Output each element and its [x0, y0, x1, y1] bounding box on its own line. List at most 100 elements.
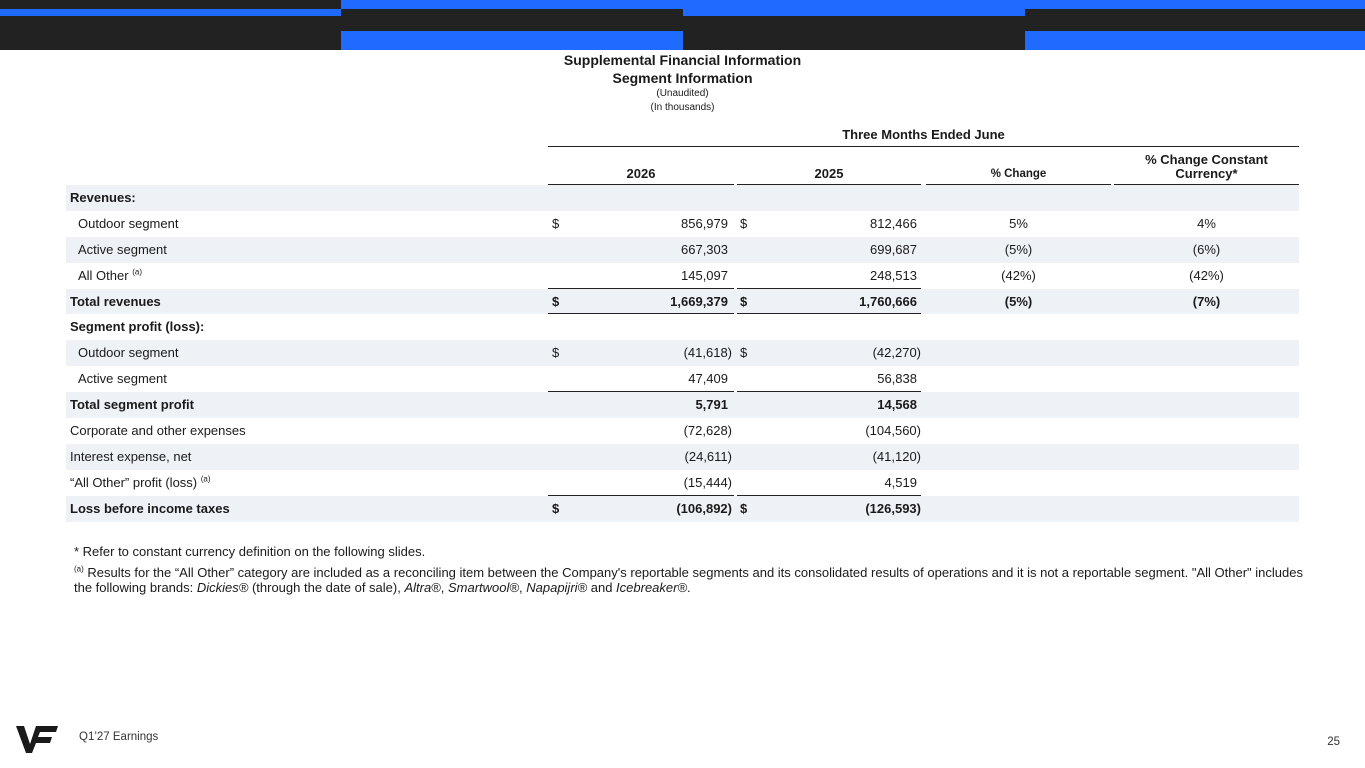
- table-row: Active segment 47,409 56,838: [66, 366, 1299, 393]
- pct-change: (5%): [1004, 241, 1033, 257]
- pct-change: 5%: [1009, 215, 1028, 231]
- banner-stripe: [341, 31, 683, 50]
- brand-name: Smartwool®: [448, 580, 519, 595]
- value-2026: (106,892): [676, 500, 732, 516]
- row-label: Active segment: [78, 371, 167, 387]
- row-label: Interest expense, net: [70, 448, 192, 464]
- value-2026: 47,409: [688, 371, 728, 387]
- pct-change: (5%): [1004, 293, 1033, 309]
- col-header-pct-change-cc: % Change Constant Currency*: [1114, 148, 1299, 185]
- footnote-marker: (a): [200, 474, 211, 484]
- page-title: Supplemental Financial Information: [563, 52, 802, 68]
- value-2026: 145,097: [681, 267, 728, 283]
- table-row: All Other (a) 145,097 248,513 (42%) (42%…: [66, 263, 1299, 289]
- brand-name: Dickies®: [196, 580, 249, 595]
- table-row: Interest expense, net (24,611) (41,120): [66, 443, 1299, 470]
- currency-symbol: $: [740, 345, 748, 361]
- unaudited-note: (Unaudited): [656, 88, 709, 99]
- row-label: Total revenues: [70, 293, 161, 309]
- banner-stripe: [1025, 0, 1365, 9]
- segment-table: Revenues: Outdoor segment $ 856,979 $ 81…: [66, 185, 1299, 522]
- footnotes: * Refer to constant currency definition …: [74, 544, 1304, 595]
- table-row: Active segment 667,303 699,687 (5%) (6%): [66, 236, 1299, 263]
- row-label: Total segment profit: [70, 397, 194, 413]
- brand-name: Napapijri®: [526, 580, 588, 595]
- currency-symbol: $: [552, 215, 560, 231]
- value-2025: 14,568: [877, 397, 917, 413]
- row-label: “All Other” profit (loss) (a): [70, 470, 211, 496]
- constant-currency-note: * Refer to constant currency definition …: [74, 544, 426, 559]
- header-banner: [0, 0, 1365, 50]
- banner-stripe: [1025, 31, 1365, 50]
- value-2026: (15,444): [683, 474, 732, 490]
- units-note: (In thousands): [650, 102, 715, 113]
- note-text: and: [587, 580, 617, 595]
- value-2026: 856,979: [681, 215, 728, 231]
- note-text: ,: [440, 580, 448, 595]
- value-2026: (24,611): [684, 448, 732, 464]
- banner-stripe: [683, 9, 1025, 16]
- table-row: Outdoor segment $ 856,979 $ 812,466 5% 4…: [66, 211, 1299, 237]
- row-label: Segment profit (loss):: [70, 319, 205, 335]
- note-text: .: [687, 580, 691, 595]
- footnote-marker: (a): [132, 267, 142, 277]
- row-label: Outdoor segment: [78, 345, 179, 361]
- currency-symbol: $: [740, 215, 748, 231]
- page-number: 25: [1327, 736, 1340, 748]
- col-header-pct-change: % Change: [926, 148, 1111, 185]
- currency-symbol: $: [552, 500, 560, 516]
- table-row: Loss before income taxes $ (106,892) $ (…: [66, 495, 1299, 522]
- value-2025: (41,120): [872, 448, 921, 464]
- row-label: Active segment: [78, 241, 167, 257]
- value-2025: 812,466: [870, 215, 917, 231]
- table-row: Segment profit (loss):: [66, 314, 1299, 340]
- note-text: (through the date of sale),: [248, 580, 405, 595]
- value-2025: (104,560): [865, 423, 921, 439]
- value-2026: (41,618): [683, 345, 732, 361]
- all-other-note: (a) Results for the “All Other” category…: [74, 565, 1304, 595]
- value-2025: (126,593): [865, 500, 921, 516]
- table-row: Total revenues $ 1,669,379 $ 1,760,666 (…: [66, 288, 1299, 315]
- currency-symbol: $: [740, 500, 748, 516]
- value-2025: 248,513: [870, 267, 917, 283]
- value-2025: 56,838: [877, 371, 917, 387]
- value-2025: 4,519: [884, 474, 917, 490]
- row-label-text: All Other: [78, 267, 129, 283]
- pct-change-cc: (42%): [1189, 267, 1224, 283]
- value-2026: (72,628): [683, 423, 732, 439]
- value-2025: 699,687: [870, 241, 917, 257]
- table-row: Revenues:: [66, 185, 1299, 211]
- currency-symbol: $: [740, 293, 748, 309]
- table-row: Total segment profit 5,791 14,568: [66, 392, 1299, 419]
- row-label: All Other (a): [78, 263, 142, 289]
- pct-change-cc: 4%: [1197, 215, 1216, 231]
- table-row: “All Other” profit (loss) (a) (15,444) 4…: [66, 470, 1299, 496]
- banner-stripe: [341, 0, 683, 9]
- col-header-2025: 2025: [737, 148, 921, 185]
- value-2025: (42,270): [872, 345, 921, 361]
- row-label: Outdoor segment: [78, 215, 179, 231]
- table-row: Corporate and other expenses (72,628) (1…: [66, 418, 1299, 444]
- footer-earnings-label: Q1’27 Earnings: [79, 731, 159, 743]
- value-2025: 1,760,666: [859, 293, 917, 309]
- pct-change-cc: (6%): [1192, 241, 1221, 257]
- value-2026: 5,791: [695, 397, 728, 413]
- row-label-text: “All Other” profit (loss): [70, 474, 198, 490]
- pct-change: (42%): [1001, 267, 1036, 283]
- period-header: Three Months Ended June: [548, 127, 1299, 147]
- banner-stripe: [683, 0, 1025, 9]
- pct-change-cc: (7%): [1192, 293, 1221, 309]
- footnote-marker: (a): [74, 564, 84, 574]
- value-2026: 1,669,379: [670, 293, 728, 309]
- banner-stripe: [0, 9, 341, 16]
- row-label: Revenues:: [70, 190, 136, 205]
- currency-symbol: $: [552, 345, 560, 361]
- table-row: Outdoor segment $ (41,618) $ (42,270): [66, 340, 1299, 367]
- brand-name: Altra®: [404, 580, 441, 595]
- value-2026: 667,303: [681, 241, 728, 257]
- currency-symbol: $: [552, 293, 560, 309]
- vf-logo-icon: [16, 724, 58, 754]
- row-label: Loss before income taxes: [70, 500, 230, 516]
- brand-name: Icebreaker®: [616, 580, 688, 595]
- row-label: Corporate and other expenses: [70, 423, 246, 439]
